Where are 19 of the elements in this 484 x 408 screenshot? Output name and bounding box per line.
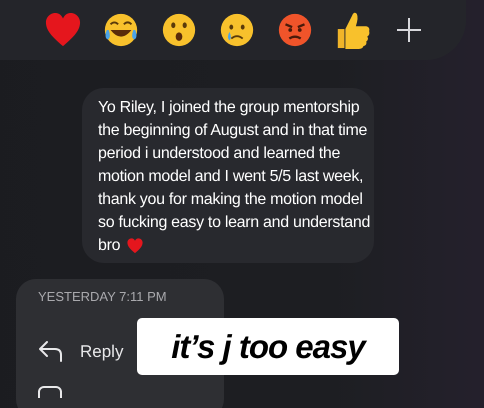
heart-icon[interactable] — [44, 12, 82, 48]
message-line: so fucking easy to learn and understand — [98, 213, 370, 233]
message-line: bro — [98, 236, 120, 256]
timestamp: YESTERDAY 7:11 PM — [38, 288, 168, 306]
sticker-caption: it’s j too easy — [137, 318, 399, 375]
reply-menu-item[interactable]: Reply — [38, 338, 124, 364]
menu-item-icon — [38, 386, 62, 398]
surprised-face-icon[interactable] — [160, 11, 198, 49]
message-line: period i understood and learned the — [98, 144, 340, 164]
message-line: motion model and I went 5/5 last week, — [98, 167, 364, 187]
plus-icon[interactable] — [396, 17, 422, 43]
heart-icon — [126, 238, 144, 254]
reply-arrow-icon — [38, 340, 64, 362]
laughing-face-icon[interactable] — [102, 11, 140, 49]
message-line: Yo Riley, I joined the group mentorship — [98, 98, 360, 118]
message-line: the beginning of August and in that time — [98, 121, 368, 141]
angry-face-icon[interactable] — [276, 11, 314, 49]
crying-face-icon[interactable] — [218, 11, 256, 49]
message-line: thank you for making the motion model — [98, 190, 363, 210]
